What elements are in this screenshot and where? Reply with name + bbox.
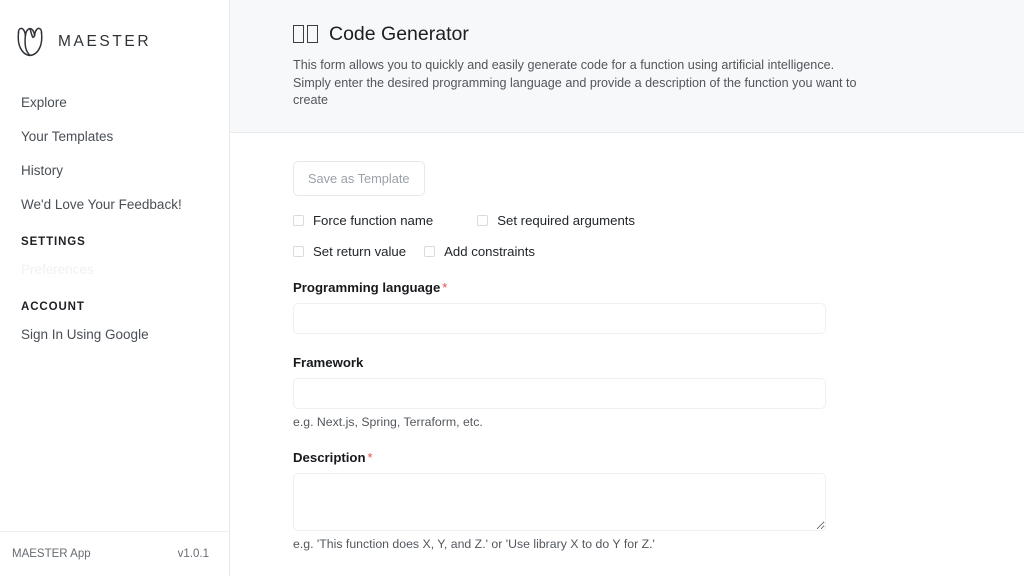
required-asterisk: * [367,450,373,465]
framework-hint: e.g. Next.js, Spring, Terraform, etc. [293,415,483,429]
checkbox-label: Force function name [313,213,434,228]
app-name-label: MAESTER App [12,548,91,560]
framework-input[interactable] [293,378,826,409]
checkbox-box-icon[interactable] [293,215,304,226]
checkbox-set-return-value[interactable]: Set return value [293,244,406,259]
code-generator-form: Save as Template Force function name Set… [230,133,1024,551]
description-hint: e.g. 'This function does X, Y, and Z.' o… [293,537,655,551]
options-checkbox-group: Force function name Set required argumen… [293,213,984,259]
sidebar-section-account: ACCOUNT [21,301,85,313]
sidebar-footer: MAESTER App v1.0.1 [0,531,229,576]
sidebar-nav: Explore Your Templates History We'd Love… [0,62,229,352]
field-programming-language: Programming language * [293,280,984,334]
app-root: MAESTER Explore Your Templates History W… [0,0,1024,576]
sidebar-item-sign-in-google[interactable]: Sign In Using Google [0,318,229,352]
checkbox-row-2: Set return value Add constraints [293,244,984,259]
sidebar-item-explore[interactable]: Explore [0,86,229,120]
page-header: Code Generator This form allows you to q… [230,0,1024,133]
page-title-text: Code Generator [329,23,469,45]
page-description: This form allows you to quickly and easi… [293,58,857,107]
label-text: Programming language [293,280,441,295]
page-title: Code Generator [293,22,984,46]
main-content: Code Generator This form allows you to q… [230,0,1024,576]
checkbox-force-function-name[interactable]: Force function name [293,213,433,228]
checkbox-label: Add constraints [444,244,536,259]
field-framework: Framework e.g. Next.js, Spring, Terrafor… [293,355,984,429]
brand[interactable]: MAESTER [0,0,229,62]
field-description: Description * e.g. 'This function does X,… [293,450,984,551]
sidebar-item-your-templates[interactable]: Your Templates [0,120,229,154]
label-text: Description [293,450,366,465]
sidebar: MAESTER Explore Your Templates History W… [0,0,230,576]
framework-label: Framework [293,355,364,370]
description-textarea[interactable] [293,473,826,531]
sidebar-item-history[interactable]: History [0,154,229,188]
checkbox-set-required-arguments[interactable]: Set required arguments [477,213,635,228]
app-version-label: v1.0.1 [177,548,209,560]
checkbox-row-1: Force function name Set required argumen… [293,213,984,228]
sidebar-item-preferences: Preferences [21,262,94,277]
sidebar-item-feedback[interactable]: We'd Love Your Feedback! [0,188,229,222]
programming-language-label: Programming language * [293,280,984,295]
programming-language-input[interactable] [293,303,826,334]
checkbox-box-icon[interactable] [293,246,304,257]
checkbox-label: Set required arguments [497,213,636,228]
missing-glyph-icon [293,25,318,43]
checkbox-box-icon[interactable] [477,215,489,226]
checkbox-box-icon[interactable] [424,246,436,257]
tulip-logo-icon [14,25,46,59]
sidebar-section-settings: SETTINGS [21,236,86,248]
required-asterisk: * [442,280,448,295]
checkbox-add-constraints[interactable]: Add constraints [424,244,535,259]
brand-name: MAESTER [58,33,152,50]
description-label: Description * [293,450,984,465]
save-as-template-button[interactable]: Save as Template [293,161,425,196]
checkbox-label: Set return value [313,244,407,259]
